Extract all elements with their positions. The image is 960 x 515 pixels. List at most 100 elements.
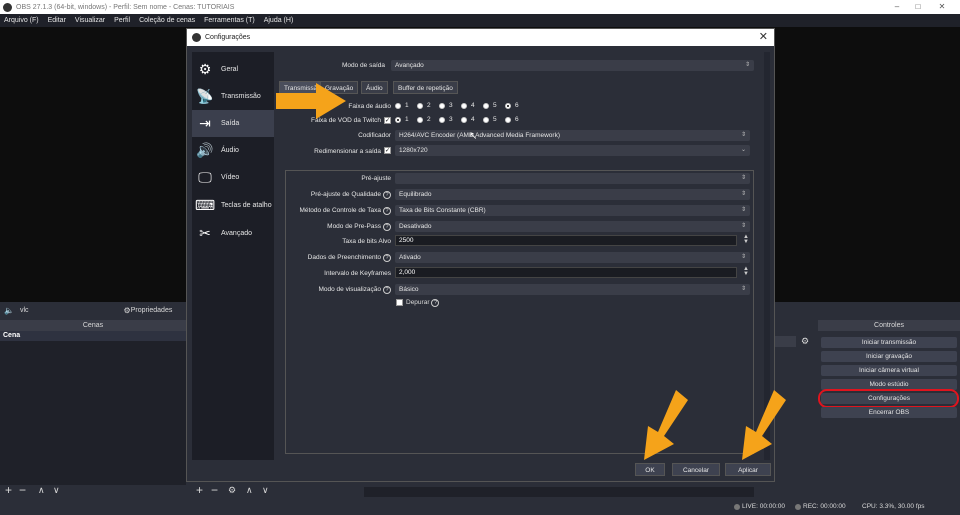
start-virtualcam-button[interactable]: Iniciar câmera virtual [821, 365, 957, 376]
bitrate-input[interactable]: 2500 ▲ ▼ [395, 234, 749, 246]
sidebar-item-video[interactable]: 🖵 Vídeo [192, 164, 274, 191]
quality-select[interactable]: Equilibrado ⇕ [395, 189, 750, 200]
help-icon[interactable]: ? [431, 299, 440, 307]
move-down-icon[interactable]: ∨ [53, 485, 60, 496]
sidebar-item-avancado[interactable]: ✂ Avançado [192, 220, 274, 247]
vod-track-radio-4[interactable] [461, 117, 467, 123]
add-source-icon[interactable]: + [196, 483, 203, 497]
audio-track-radio-4[interactable] [461, 103, 467, 109]
sidebar-item-label: Saída [221, 120, 240, 127]
menu-colecao[interactable]: Coleção de cenas [139, 17, 195, 24]
source-up-icon[interactable]: ∧ [246, 485, 253, 496]
tab-replay-buffer[interactable]: Buffer de repetição [393, 81, 458, 94]
close-icon[interactable]: ✕ [930, 0, 954, 14]
ratecontrol-value: Taxa de Bits Constante (CBR) [399, 207, 486, 214]
tab-label: Áudio [366, 85, 383, 92]
rescale-select[interactable]: 1280x720 ⌄ [395, 145, 750, 156]
duration-spinner[interactable] [772, 336, 796, 347]
move-up-icon[interactable]: ∧ [38, 485, 45, 496]
sidebar-item-audio[interactable]: 🔊 Áudio [192, 137, 274, 164]
cancel-button[interactable]: Cancelar [672, 463, 720, 476]
audio-track-radio-6[interactable] [505, 103, 511, 109]
gear-icon: ⚙ [198, 61, 212, 77]
prepass-select[interactable]: Desativado ⇕ [395, 221, 750, 232]
menu-arquivo[interactable]: Arquivo (F) [4, 17, 39, 24]
add-scene-icon[interactable]: + [5, 483, 12, 497]
properties-button[interactable]: Propriedades [131, 307, 173, 314]
ratecontrol-select[interactable]: Taxa de Bits Constante (CBR) ⇕ [395, 205, 750, 216]
sidebar-item-label: Geral [221, 66, 239, 73]
menu-perfil[interactable]: Perfil [114, 17, 130, 24]
start-recording-button[interactable]: Iniciar gravação [821, 351, 957, 362]
remove-source-icon[interactable]: − [211, 483, 218, 497]
track-number: 6 [515, 102, 519, 109]
tab-audio[interactable]: Áudio [361, 81, 388, 94]
vod-track-radio-5[interactable] [483, 117, 489, 123]
help-icon[interactable]: ? [383, 254, 391, 262]
scene-item[interactable]: Cena [0, 331, 186, 341]
view-mode-value: Básico [399, 286, 419, 293]
help-icon[interactable]: ? [383, 223, 391, 231]
output-mode-select[interactable]: Avançado ⇕ [391, 60, 754, 71]
help-icon[interactable]: ? [383, 191, 391, 199]
remove-scene-icon[interactable]: − [19, 483, 26, 497]
ok-button[interactable]: OK [635, 463, 665, 476]
close-icon[interactable]: ✕ [759, 30, 768, 43]
rescale-checkbox[interactable]: ✓ [384, 147, 391, 154]
tools-icon: ✂ [199, 225, 211, 241]
audio-track-radio-1[interactable] [395, 103, 401, 109]
debug-checkbox[interactable] [396, 299, 403, 306]
prepass-label: Modo de Pre-Pass? [287, 223, 391, 231]
apply-button[interactable]: Aplicar [725, 463, 771, 476]
filler-value: Ativado [399, 254, 421, 261]
stepper-icon[interactable]: ▲ ▼ [743, 234, 749, 245]
menu-visualizar[interactable]: Visualizar [75, 17, 105, 24]
vod-track-checkbox[interactable]: ✓ [384, 117, 391, 124]
stepper-icon[interactable]: ▲ ▼ [743, 266, 749, 277]
vod-track-radio-6[interactable] [505, 117, 511, 123]
sidebar-item-hotkeys[interactable]: ⌨ Teclas de atalho [192, 192, 274, 219]
filler-select[interactable]: Ativado ⇕ [395, 252, 750, 263]
bitrate-value: 2500 [399, 237, 414, 244]
menu-ajuda[interactable]: Ajuda (H) [264, 17, 294, 24]
vod-track-radio-2[interactable] [417, 117, 423, 123]
settings-highlight [818, 389, 959, 408]
sidebar-item-transmissao[interactable]: 📡 Transmissão [192, 83, 274, 110]
encoder-label: Codificador [358, 132, 391, 139]
view-mode-select[interactable]: Básico ⇕ [395, 284, 750, 295]
controls-dock: Controles Iniciar transmissão Iniciar gr… [818, 320, 960, 485]
mouse-cursor-icon: ↖ [469, 131, 478, 142]
bitrate-label: Taxa de bits Alvo [342, 238, 391, 245]
rec-dot-icon [795, 504, 801, 510]
source-down-icon[interactable]: ∨ [262, 485, 269, 496]
maximize-icon[interactable]: □ [906, 0, 930, 14]
start-streaming-button[interactable]: Iniciar transmissão [821, 337, 957, 348]
prepass-label-text: Modo de Pre-Pass [327, 223, 381, 230]
quality-label: Pré-ajuste de Qualidade? [287, 191, 391, 199]
help-icon[interactable]: ? [383, 286, 391, 294]
audio-track-radio-3[interactable] [439, 103, 445, 109]
sidebar-item-label: Avançado [221, 230, 253, 237]
vod-track-radio-1[interactable] [395, 117, 401, 123]
sidebar-item-geral[interactable]: ⚙ Geral [192, 56, 274, 83]
keyframe-input[interactable]: 2,000 ▲ ▼ [395, 266, 749, 278]
track-number: 3 [449, 116, 453, 123]
preset-select[interactable]: ⇕ [395, 173, 750, 184]
settings-sidebar: ⚙ Geral 📡 Transmissão ⇥ Saída 🔊 Áudio 🖵 Vídeo… [192, 52, 274, 460]
output-mode-value: Avançado [395, 62, 424, 69]
gear-icon[interactable]: ⚙ [801, 336, 809, 347]
sidebar-item-saida[interactable]: ⇥ Saída [192, 110, 274, 137]
output-mode-label: Modo de saída [341, 62, 385, 69]
help-icon[interactable]: ? [383, 207, 391, 215]
audio-track-radio-5[interactable] [483, 103, 489, 109]
speaker-icon: 🔈 [4, 306, 14, 315]
encoder-select[interactable]: H264/AVC Encoder (AMD Advanced Media Fra… [395, 130, 750, 141]
exit-button[interactable]: Encerrar OBS [821, 407, 957, 418]
menu-ferramentas[interactable]: Ferramentas (T) [204, 17, 255, 24]
vod-track-radio-3[interactable] [439, 117, 445, 123]
ratecontrol-label-text: Método de Controle de Taxa [299, 207, 381, 214]
gear-icon: ⚙ [123, 306, 131, 315]
source-gear-icon[interactable]: ⚙ [228, 485, 236, 496]
audio-track-radio-2[interactable] [417, 103, 423, 109]
menu-editar[interactable]: Editar [48, 17, 66, 24]
